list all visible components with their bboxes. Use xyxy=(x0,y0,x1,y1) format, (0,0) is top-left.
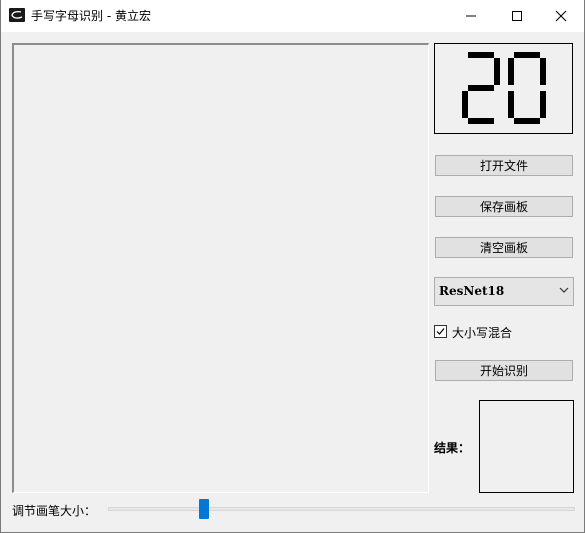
open-file-button[interactable]: 打开文件 xyxy=(435,155,573,176)
clear-canvas-button[interactable]: 清空画板 xyxy=(435,237,573,258)
app-window: 手写字母识别 - 黄立宏 打开文件 保存画板 清空画板 ResNet18 大小写… xyxy=(0,0,585,533)
lcd-segment-0-e xyxy=(508,91,514,118)
window-title: 手写字母识别 - 黄立宏 xyxy=(31,9,151,23)
start-recognition-button[interactable]: 开始识别 xyxy=(435,360,573,381)
minimize-icon xyxy=(466,15,476,17)
save-canvas-button[interactable]: 保存画板 xyxy=(435,196,573,217)
app-icon xyxy=(9,8,25,22)
lcd-segment-2-e xyxy=(462,91,468,118)
lcd-digits xyxy=(462,52,546,124)
checkmark-icon xyxy=(436,328,445,335)
result-box xyxy=(479,400,574,493)
title-bar[interactable]: 手写字母识别 - 黄立宏 xyxy=(1,0,584,32)
result-label: 结果： xyxy=(434,441,471,455)
lcd-segment-0-a xyxy=(514,52,540,58)
close-button[interactable] xyxy=(538,0,584,32)
model-select-value: ResNet18 xyxy=(439,284,505,298)
lcd-segment-2-g xyxy=(468,85,494,91)
mixed-case-checkbox[interactable] xyxy=(434,325,447,338)
chevron-down-icon xyxy=(559,287,569,293)
lcd-segment-0-c xyxy=(540,91,546,118)
brush-size-slider-track[interactable] xyxy=(108,507,575,511)
lcd-segment-0-f xyxy=(508,58,514,85)
drawing-canvas[interactable] xyxy=(12,43,429,493)
lcd-segment-0-d xyxy=(514,118,540,124)
maximize-icon xyxy=(512,11,522,21)
close-icon xyxy=(555,10,567,22)
lcd-segment-2-d xyxy=(468,118,494,124)
lcd-segment-2-b xyxy=(494,58,500,85)
lcd-segment-0-b xyxy=(540,58,546,85)
mixed-case-label[interactable]: 大小写混合 xyxy=(452,324,512,341)
lcd-segment-2-a xyxy=(468,52,494,58)
brush-size-slider-thumb[interactable] xyxy=(199,499,210,519)
lcd-digit-display xyxy=(434,43,573,134)
minimize-button[interactable] xyxy=(448,0,494,32)
brush-size-label: 调节画笔大小： xyxy=(12,504,97,518)
model-select[interactable]: ResNet18 xyxy=(434,277,574,306)
maximize-button[interactable] xyxy=(494,0,540,32)
